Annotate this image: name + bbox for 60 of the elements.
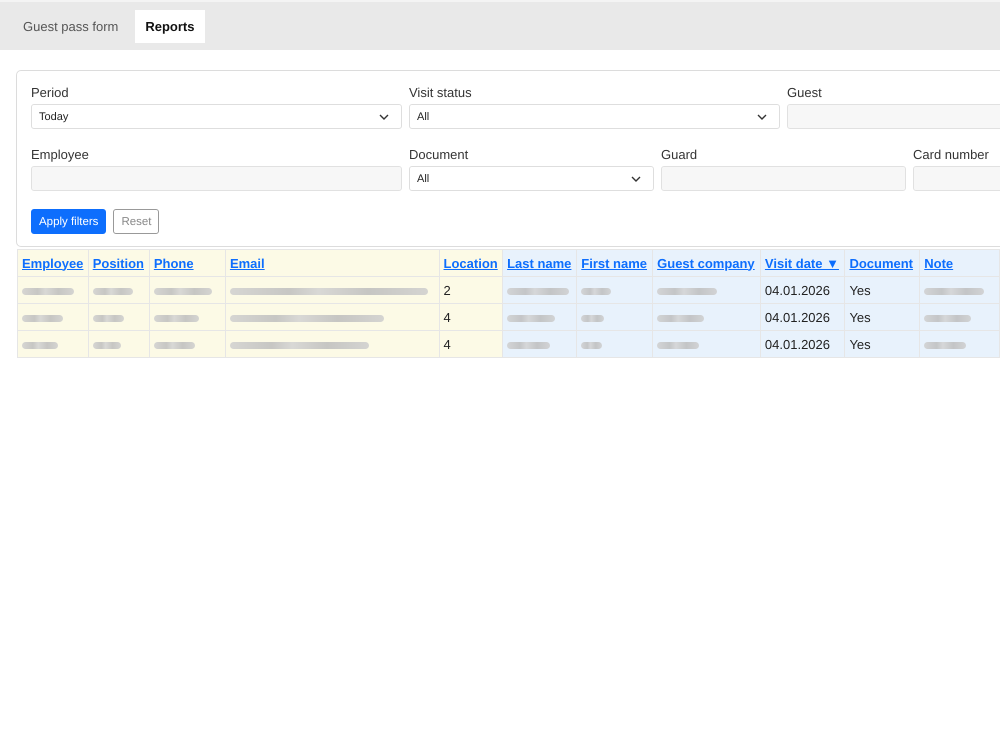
table-cell: 2 bbox=[439, 276, 503, 304]
redacted-text bbox=[581, 314, 604, 322]
sort-link[interactable]: Note bbox=[924, 256, 954, 270]
table-cell: Yes bbox=[844, 330, 920, 358]
redacted-text bbox=[581, 342, 602, 349]
redacted-text bbox=[581, 288, 612, 295]
field-label: Employee bbox=[31, 147, 90, 163]
sort-link[interactable]: First name bbox=[581, 256, 648, 270]
sort-link[interactable]: Phone bbox=[154, 256, 194, 270]
field-label: Guard bbox=[661, 147, 698, 163]
sort-link[interactable]: Last name bbox=[507, 256, 572, 270]
apply-button[interactable]: Apply filters bbox=[31, 209, 106, 234]
redacted-text bbox=[154, 314, 199, 322]
sort-link[interactable]: Employee bbox=[22, 256, 84, 270]
redacted-text bbox=[92, 342, 121, 349]
table-cell: 04.01.2026 bbox=[760, 276, 845, 304]
chevron-down-icon bbox=[379, 114, 389, 120]
redacted-text bbox=[924, 314, 972, 322]
redacted-text bbox=[924, 288, 984, 295]
table-cell: 04.01.2026 bbox=[760, 304, 845, 330]
redacted-text bbox=[507, 314, 556, 322]
redacted-text bbox=[22, 342, 58, 349]
sort-link[interactable]: Location bbox=[444, 256, 498, 270]
field-label: Visit status bbox=[409, 85, 473, 101]
table-cell: 04.01.2026 bbox=[760, 330, 845, 358]
field-label: Period bbox=[31, 85, 70, 101]
sort-link[interactable]: Guest company bbox=[657, 256, 755, 270]
input-field[interactable] bbox=[661, 166, 906, 191]
select-field[interactable]: All bbox=[409, 166, 654, 191]
redacted-text bbox=[154, 342, 195, 349]
redacted-text bbox=[92, 288, 133, 295]
field-label: Document bbox=[409, 147, 470, 163]
redacted-text bbox=[657, 342, 700, 349]
tab[interactable]: Reports bbox=[135, 10, 204, 43]
chevron-down-icon bbox=[757, 114, 767, 120]
redacted-text bbox=[657, 288, 718, 295]
redacted-text bbox=[22, 314, 63, 322]
reset-button[interactable]: Reset bbox=[113, 209, 160, 234]
sort-link[interactable]: Email bbox=[230, 256, 265, 270]
input-field[interactable] bbox=[31, 166, 402, 191]
table-cell: Yes bbox=[844, 304, 920, 330]
redacted-text bbox=[22, 288, 74, 295]
field-label: Card number bbox=[913, 147, 990, 163]
table-cell: Yes bbox=[844, 276, 920, 304]
redacted-text bbox=[92, 314, 124, 322]
table-cell: 4 bbox=[439, 304, 503, 330]
field-label: Guest bbox=[787, 85, 823, 101]
sort-link[interactable]: Document bbox=[849, 256, 914, 270]
redacted-text bbox=[507, 288, 570, 295]
table-cell: 4 bbox=[439, 330, 503, 358]
redacted-text bbox=[924, 342, 966, 349]
sort-link[interactable]: Visit date ▼ bbox=[764, 256, 839, 270]
select-field[interactable]: All bbox=[409, 104, 780, 129]
sort-link[interactable]: Position bbox=[92, 256, 144, 270]
redacted-text bbox=[657, 314, 704, 322]
chevron-down-icon bbox=[631, 176, 641, 182]
redacted-text bbox=[507, 342, 550, 349]
select-field[interactable]: Today bbox=[31, 104, 402, 129]
tab[interactable]: Guest pass form bbox=[10, 10, 132, 43]
redacted-text bbox=[154, 288, 212, 295]
